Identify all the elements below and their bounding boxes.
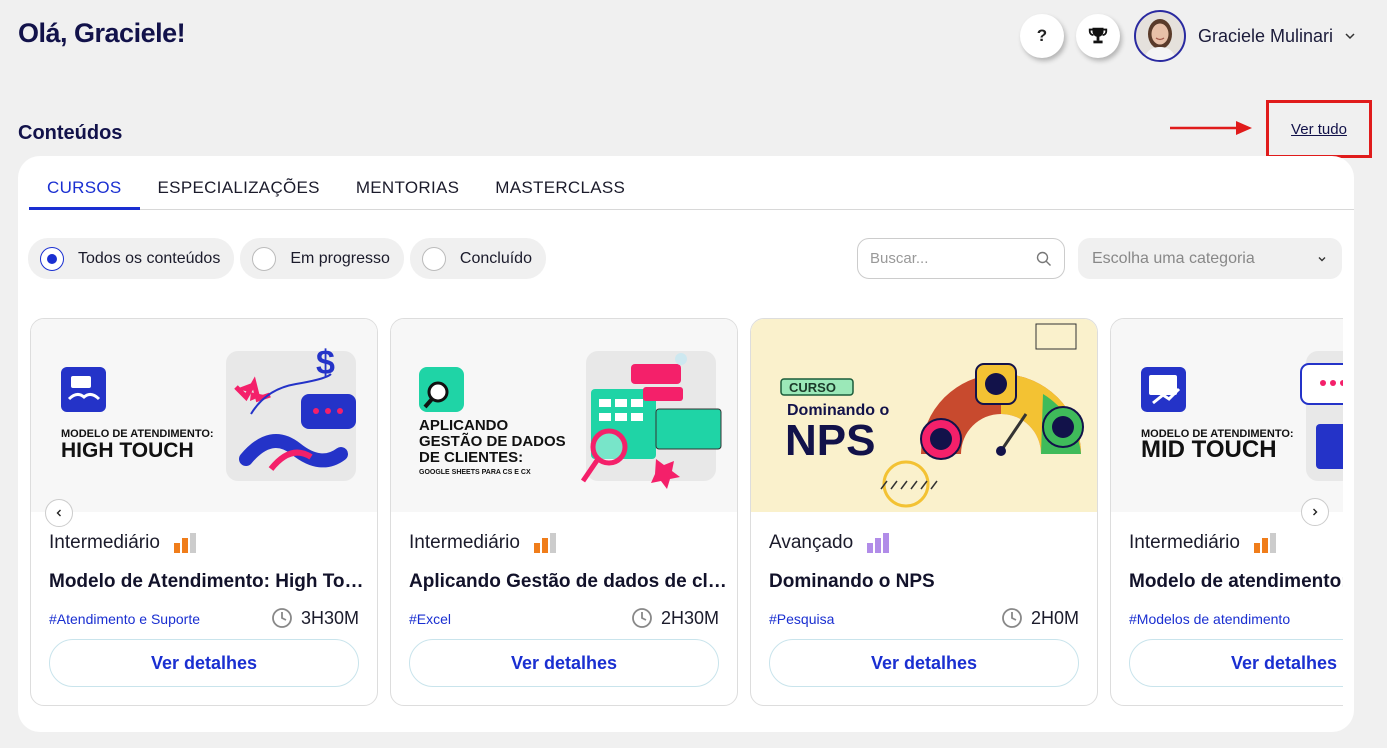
course-tag[interactable]: #Atendimento e Suporte [49,611,200,627]
filter-label: Concluído [459,249,532,267]
search-placeholder: Buscar... [870,250,929,267]
course-duration: 2H30M [631,607,719,629]
level-bars-icon [533,533,556,553]
details-button[interactable]: Ver detalhes [1129,639,1343,687]
level-label: Intermediário [49,532,160,553]
carousel-prev-button[interactable] [45,499,73,527]
tab-mentorias[interactable]: MENTORIAS [338,156,477,210]
course-title: Modelo de Atendimento: High Touch [49,571,369,592]
details-button[interactable]: Ver detalhes [409,639,719,687]
avatar[interactable] [1133,10,1186,62]
tab-especializacoes[interactable]: ESPECIALIZAÇÕES [140,156,338,210]
course-level: Intermediário [49,532,196,554]
course-cover: MODELO DE ATENDIMENTO: HIGH TOUCH $ [31,319,377,512]
filter-all[interactable]: Todos os conteúdos [28,238,235,279]
chevron-down-icon [1318,256,1326,261]
filter-label: Todos os conteúdos [78,249,221,267]
level-label: Intermediário [409,532,520,553]
course-card[interactable]: MODELO DE ATENDIMENTO: HIGH TOUCH $ Inte… [30,318,378,706]
clock-icon [272,608,292,628]
course-carousel: MODELO DE ATENDIMENTO: HIGH TOUCH $ Inte… [30,318,1343,708]
trophy-button[interactable] [1075,14,1120,58]
search-icon[interactable] [1036,251,1052,267]
carousel-next-button[interactable] [1301,498,1329,526]
course-tag[interactable]: #Modelos de atendimento [1129,611,1290,627]
see-all-link[interactable]: Ver tudo [1291,121,1347,138]
highlight-box: Ver tudo [1266,100,1372,158]
help-button[interactable]: ? [1019,14,1064,58]
status-filters: Todos os conteúdos Em progresso Concluíd… [28,238,552,279]
clock-icon [1002,608,1022,628]
course-duration: 2H0M [1001,607,1079,629]
cover-title-line: DE CLIENTES: [419,449,523,466]
filter-in-progress[interactable]: Em progresso [240,238,404,279]
level-label: Intermediário [1129,532,1240,553]
section-title: Conteúdos [18,122,123,144]
search-input[interactable]: Buscar... [857,238,1065,279]
level-bars-icon [867,533,890,553]
level-bars-icon [1253,533,1276,553]
course-cover: MODELO DE ATENDIMENTO: MID TOUCH [1111,319,1343,512]
course-level: Intermediário [409,532,556,554]
radio-selected-icon[interactable] [40,246,64,271]
course-tag[interactable]: #Pesquisa [769,611,834,627]
course-tag[interactable]: #Excel [409,611,451,627]
top-bar: ? Graciele Mulinari [1019,10,1357,62]
filter-label: Em progresso [290,249,390,267]
cover-badge: CURSO [789,380,836,395]
user-photo-icon [1143,19,1176,60]
category-select-value: Escolha uma categoria [1092,249,1255,267]
course-level: Intermediário [1129,532,1276,554]
details-button[interactable]: Ver detalhes [49,639,359,687]
user-name[interactable]: Graciele Mulinari [1198,26,1333,47]
radio-icon[interactable] [252,246,277,271]
chevron-down-icon[interactable] [1343,29,1357,43]
radio-icon[interactable] [421,246,446,271]
chevron-left-icon [56,509,61,517]
greeting-title: Olá, Graciele! [18,18,186,48]
trophy-icon [1088,27,1108,44]
tab-masterclass[interactable]: MASTERCLASS [477,156,643,210]
cover-title: MID TOUCH [1141,436,1277,463]
content-tabs: CURSOS ESPECIALIZAÇÕES MENTORIAS MASTERC… [29,156,1354,210]
content-panel: CURSOS ESPECIALIZAÇÕES MENTORIAS MASTERC… [18,156,1354,732]
course-level: Avançado [769,532,890,554]
cover-subtitle: GOOGLE SHEETS PARA CS E CX [419,469,531,476]
course-card[interactable]: APLICANDO GESTÃO DE DADOS DE CLIENTES: G… [390,318,738,706]
duration-value: 2H0M [1030,607,1079,628]
filter-completed[interactable]: Concluído [409,238,546,279]
duration-value: 3H30M [300,607,359,628]
details-button[interactable]: Ver detalhes [769,639,1079,687]
course-cover: APLICANDO GESTÃO DE DADOS DE CLIENTES: G… [391,319,737,512]
cover-title-line: GESTÃO DE DADOS [419,432,566,450]
cover-title: HIGH TOUCH [61,439,194,462]
duration-value: 2H30M [660,607,719,628]
course-card[interactable]: CURSO Dominando o NPS Avançado Dominando… [750,318,1098,706]
cover-title-line: APLICANDO [419,417,508,434]
cover-title: NPS [785,416,875,465]
course-title: Aplicando Gestão de dados de clientes [409,571,729,592]
level-label: Avançado [769,532,854,553]
course-title: Dominando o NPS [769,571,935,592]
course-title: Modelo de atendimento: Mid Touch [1129,571,1343,592]
help-icon: ? [1036,26,1048,45]
category-select[interactable]: Escolha uma categoria [1078,238,1342,279]
course-duration: 3H30M [271,607,359,629]
tab-cursos[interactable]: CURSOS [29,156,140,210]
annotation-arrow-icon [1170,121,1252,135]
clock-icon [632,608,652,628]
svg-text:$: $ [316,344,335,382]
course-cover: CURSO Dominando o NPS [751,319,1097,512]
chevron-right-icon [1313,508,1318,516]
level-bars-icon [173,533,196,553]
